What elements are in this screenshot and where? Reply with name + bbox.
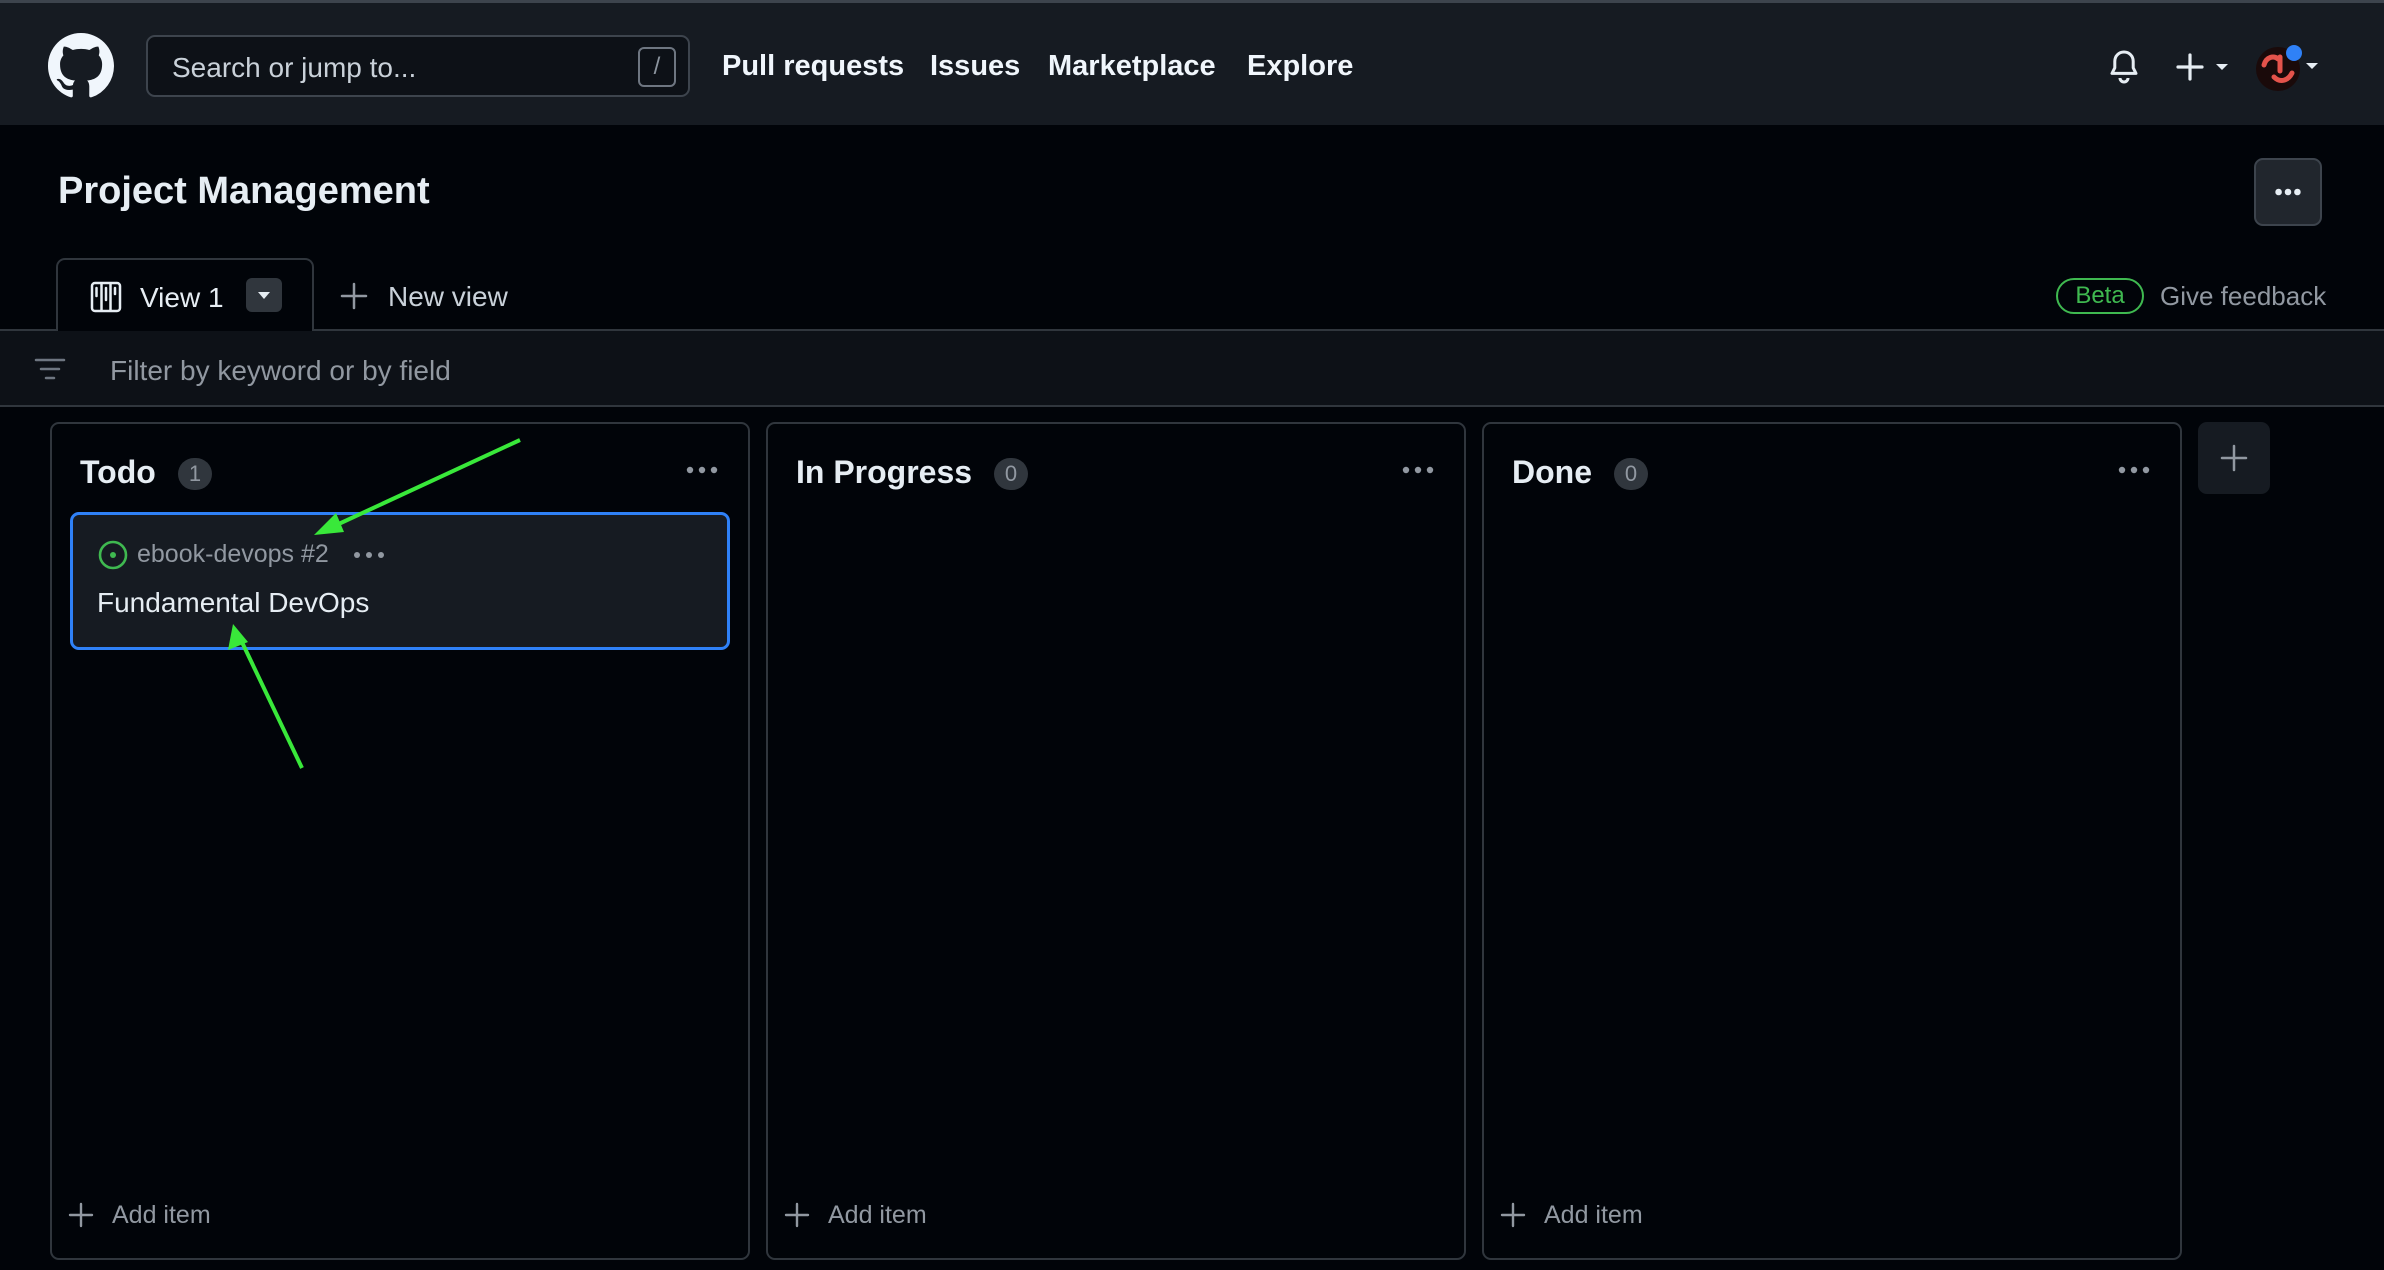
nav-marketplace[interactable]: Marketplace [1048,50,1216,83]
plus-icon [68,1202,94,1228]
beta-badge: Beta [2056,278,2144,314]
column-done: Done 0 Add item [1482,422,2182,1260]
avatar [2256,45,2302,91]
plus-icon [2176,53,2204,81]
filter-input[interactable]: Filter by keyword or by field [110,355,451,387]
tab-view-1[interactable]: View 1 [56,258,314,332]
tab-label: View 1 [140,282,224,313]
new-view-button[interactable]: New view [340,278,520,316]
add-item-label: Add item [1544,1201,1643,1229]
column-title: In Progress [796,454,973,490]
column-count: 0 [994,458,1028,490]
plus-icon [2220,444,2248,472]
create-new-dropdown[interactable] [2176,53,2236,81]
user-menu-dropdown[interactable] [2254,41,2324,93]
project-menu-button[interactable] [2254,158,2322,226]
nav-issues[interactable]: Issues [930,50,1020,83]
column-title: Todo [80,454,156,490]
filter-icon[interactable] [34,357,66,381]
caret-down-icon [258,292,270,299]
nav-pull-requests[interactable]: Pull requests [722,50,904,83]
plus-icon [784,1202,810,1228]
add-column-button[interactable] [2198,422,2270,494]
board-icon [90,281,122,313]
card-repo-reference[interactable]: ebook-devops #2 [137,540,329,569]
add-item-button[interactable]: Add item [1500,1200,1650,1232]
issue-card[interactable]: ebook-devops #2 Fundamental DevOps [70,512,730,650]
search-shortcut-key: / [638,47,676,87]
column-menu-icon[interactable] [682,458,722,482]
column-count: 1 [178,458,212,490]
plus-icon [1500,1202,1526,1228]
card-title[interactable]: Fundamental DevOps [97,587,369,619]
notification-dot [2286,45,2302,61]
search-placeholder: Search or jump to... [172,52,417,83]
global-header: Search or jump to... / Pull requests Iss… [0,0,2384,125]
column-title: Done [1512,454,1592,490]
add-item-label: Add item [112,1201,211,1229]
give-feedback-link[interactable]: Give feedback [2160,281,2326,312]
caret-down-icon [2216,64,2228,70]
nav-explore[interactable]: Explore [1247,50,1353,83]
column-todo: Todo 1 ebook-devops #2 Fundamental DevOp… [50,422,750,1260]
search-input[interactable]: Search or jump to... / [146,35,690,97]
add-item-button[interactable]: Add item [68,1200,218,1232]
plus-icon [340,282,368,310]
kebab-icon [2275,188,2301,196]
card-menu-icon[interactable] [351,545,387,565]
page-title: Project Management [58,170,430,212]
column-count: 0 [1614,458,1648,490]
add-item-button[interactable]: Add item [784,1200,934,1232]
new-view-label: New view [388,281,508,312]
column-in-progress: In Progress 0 Add item [766,422,1466,1260]
filter-bar: Filter by keyword or by field [0,331,2384,407]
caret-down-icon [2306,63,2318,69]
column-menu-icon[interactable] [1398,458,1438,482]
add-item-label: Add item [828,1201,927,1229]
issue-open-icon [98,540,128,570]
view-options-button[interactable] [246,278,282,312]
bell-icon[interactable] [2108,49,2140,85]
column-menu-icon[interactable] [2114,458,2154,482]
github-logo-icon[interactable] [48,33,114,99]
